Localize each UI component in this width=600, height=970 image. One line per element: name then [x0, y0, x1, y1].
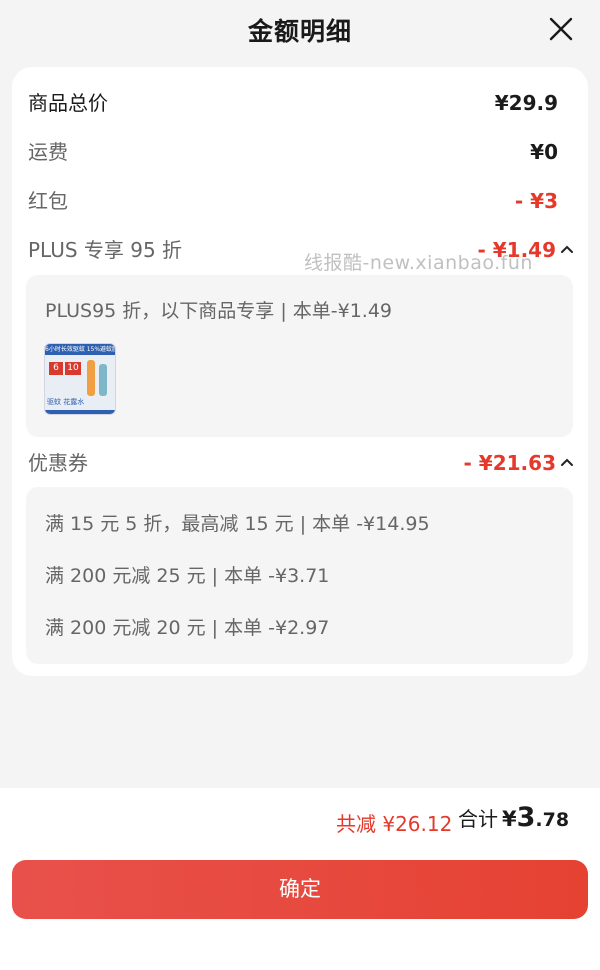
watermark: 线报酷-new.xianbao.fun	[304, 252, 533, 274]
coupon-value: - ¥21.63	[463, 451, 556, 475]
coupon-detail-panel: 满 15 元 5 折，最高减 15 元 | 本单 -¥14.95 满 200 元…	[26, 487, 573, 664]
goods-total-row: 商品总价 ¥29.9	[28, 88, 558, 118]
dialog-title: 金额明细	[247, 17, 352, 46]
thumb-caption: 驱蚊 花露水	[47, 398, 85, 406]
thumb-price-tag: 6	[49, 362, 63, 375]
goods-total-label: 商品总价	[28, 91, 108, 115]
total-amount: 合计 ¥3.78	[458, 802, 569, 833]
coupon-detail-item: 满 15 元 5 折，最高减 15 元 | 本单 -¥14.95	[45, 513, 430, 535]
red-packet-row: 红包 - ¥3	[28, 186, 558, 216]
total-saved: 共减 ¥26.12	[336, 812, 453, 836]
plus-detail-text: PLUS95 折，以下商品专享 | 本单-¥1.49	[45, 300, 393, 322]
thumb-bottle	[87, 360, 95, 396]
total-decimal: .78	[535, 809, 570, 831]
plus-discount-label: PLUS 专享 95 折	[28, 238, 183, 262]
coupon-detail-item: 满 200 元减 20 元 | 本单 -¥2.97	[45, 617, 330, 639]
summary-bar: 共减 ¥26.12 合计 ¥3.78	[0, 788, 600, 854]
confirm-button[interactable]: 确定	[12, 860, 588, 919]
thumb-badge: 6小时长效驱蚊 15%避蚊胺	[45, 344, 115, 355]
shipping-row: 运费 ¥0	[28, 137, 558, 167]
red-packet-value: - ¥3	[514, 189, 558, 213]
amount-detail-card: 商品总价 ¥29.9 运费 ¥0 红包 - ¥3 PLUS 专享 95 折 - …	[12, 67, 588, 676]
coupon-detail-item: 满 200 元减 25 元 | 本单 -¥3.71	[45, 565, 330, 587]
close-icon[interactable]	[548, 16, 574, 42]
shipping-value: ¥0	[530, 140, 558, 164]
dialog-header: 金额明细	[0, 0, 600, 62]
total-label: 合计	[458, 807, 498, 831]
chevron-up-icon[interactable]	[560, 457, 574, 467]
product-thumbnail[interactable]: 6小时长效驱蚊 15%避蚊胺 6 10 驱蚊 花露水	[44, 343, 116, 415]
total-currency: ¥	[502, 807, 517, 831]
total-integer: 3	[516, 802, 536, 833]
thumb-bottle	[99, 364, 107, 396]
coupon-label: 优惠券	[28, 451, 88, 475]
chevron-up-icon[interactable]	[560, 244, 574, 254]
shipping-label: 运费	[28, 140, 68, 164]
goods-total-value: ¥29.9	[494, 91, 558, 115]
plus-detail-panel: PLUS95 折，以下商品专享 | 本单-¥1.49 6小时长效驱蚊 15%避蚊…	[26, 275, 573, 437]
red-packet-label: 红包	[28, 189, 68, 213]
thumb-price-tag: 10	[65, 362, 81, 375]
coupon-row[interactable]: 优惠券 - ¥21.63	[28, 448, 574, 478]
